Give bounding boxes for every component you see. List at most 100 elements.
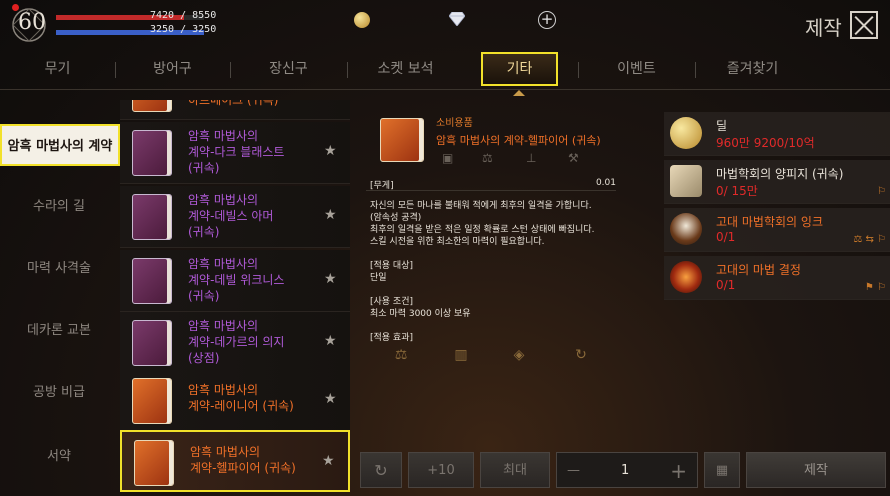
decrease-button[interactable]: —: [567, 453, 580, 489]
favorite-star-icon[interactable]: ★: [324, 144, 338, 158]
item-title: 암흑 마법사의 계약-헬파이어 (귀속): [436, 134, 601, 147]
list-item[interactable]: 암흑 마법사의 계약-데빌스 아머 (귀속) ★: [120, 186, 350, 248]
craft-button[interactable]: 제작: [746, 452, 886, 488]
scroll-icon: [670, 165, 702, 197]
tab-misc[interactable]: 기타: [481, 52, 558, 86]
sidebar-item-asura-path[interactable]: 수라의 길: [0, 186, 118, 228]
divider: [366, 190, 616, 191]
hp-text: 7420 / 8550: [150, 10, 217, 21]
target-section: [적용 대상] 단일: [370, 260, 614, 284]
description-line: (암속성 공격): [370, 213, 422, 223]
item-name-line: 계약-헬파이어 (귀속): [190, 461, 296, 475]
diamond-icon[interactable]: [449, 12, 465, 26]
item-name-line: 계약-데가르의 의지: [188, 335, 285, 349]
sidebar-item-dekaron-manual[interactable]: 데카론 교본: [0, 310, 118, 352]
plus-ten-button[interactable]: +10: [408, 452, 474, 488]
gold-icon[interactable]: [354, 12, 370, 28]
detail-bottom-icons: ⚖ ▥ ◈ ↻: [386, 346, 606, 366]
material-name: 고대의 마법 결정: [716, 263, 801, 277]
list-item[interactable]: 하트베이크 (귀속): [120, 100, 350, 120]
favorite-star-icon[interactable]: ★: [322, 454, 336, 468]
trade-scale-icon: ⚖: [394, 347, 408, 363]
material-row[interactable]: 고대 마법학회의 잉크 0/1 ⚖ ⇆ ⚐: [664, 208, 890, 252]
item-name-line: 암흑 마법사의: [190, 445, 261, 459]
favorite-star-icon[interactable]: ★: [324, 208, 338, 222]
material-count: 960만 9200/10억: [716, 136, 815, 150]
book-icon: ▥: [454, 347, 468, 363]
diamond-link-icon: ◈: [513, 347, 525, 363]
reset-icon[interactable]: ↻: [360, 452, 402, 488]
contract-book-icon: [132, 100, 172, 112]
tab-socket-gem[interactable]: 소켓 보석: [347, 50, 464, 88]
material-row[interactable]: 고대의 마법 결정 0/1 ⚑ ⚐: [664, 256, 890, 300]
item-name-line: (귀속): [188, 225, 220, 239]
item-description: 자신의 모든 마나를 불태워 적에게 최후의 일격을 가합니다. (암속성 공격…: [370, 200, 614, 248]
contract-book-icon: [132, 130, 172, 176]
trade-flag-icon: ⚖ ⇆ ⚐: [853, 234, 886, 245]
add-currency-icon[interactable]: +: [538, 11, 556, 29]
recipe-list: 하트베이크 (귀속) 암흑 마법사의 계약-다크 블래스트 (귀속) ★ 암흑 …: [120, 100, 350, 496]
material-name: 마법학회의 양피지 (귀속): [716, 167, 844, 181]
item-properties: ▣ ⚖ ⊥ ⚒: [442, 152, 592, 166]
item-name: 암흑 마법사의 계약-데가르의 의지 (상점): [188, 318, 318, 366]
storage-chest-icon: ▣: [442, 151, 454, 165]
player-level: 60: [18, 10, 46, 35]
sidebar-item-oath[interactable]: 서약: [0, 436, 118, 478]
contract-book-icon: [132, 378, 172, 424]
contract-book-icon: [132, 258, 172, 304]
item-detail-panel: 소비용품 암흑 마법사의 계약-헬파이어 (귀속) ▣ ⚖ ⊥ ⚒ [무게] 0…: [366, 106, 616, 372]
list-item[interactable]: 암흑 마법사의 계약-데빌 위크니스 (귀속) ★: [120, 250, 350, 312]
contract-book-icon: [380, 118, 424, 162]
item-name: 암흑 마법사의 계약-헬파이어 (귀속): [190, 444, 320, 476]
calculator-icon[interactable]: ▦: [704, 452, 740, 488]
tab-accessory[interactable]: 장신구: [230, 50, 347, 88]
increase-button[interactable]: +: [670, 453, 687, 489]
item-name-line: 계약-데빌 위크니스: [188, 273, 285, 287]
craft-controls: ↻ +10 최대 — 1 + ▦ 제작: [360, 452, 890, 488]
list-item[interactable]: 암흑 마법사의 계약-다크 블래스트 (귀속) ★: [120, 122, 350, 184]
mp-text: 3250 / 3250: [150, 24, 217, 35]
sidebar-item-combat-secret[interactable]: 공방 비급: [0, 372, 118, 414]
item-name-line: 계약-데빌스 아머: [188, 209, 274, 223]
trade-scale-icon: ⚖: [482, 151, 493, 165]
sidebar-item-dark-mage-contract[interactable]: 암흑 마법사의 계약: [0, 124, 120, 166]
material-name: 딜: [716, 119, 728, 133]
sidebar-item-magic-shooting[interactable]: 마력 사격술: [0, 248, 118, 290]
condition-section: [사용 조건] 최소 마력 3000 이상 보유: [370, 296, 614, 320]
contract-book-icon: [134, 440, 174, 486]
tab-armor[interactable]: 방어구: [115, 50, 230, 88]
material-count: 0/1: [716, 230, 736, 244]
tab-event[interactable]: 이벤트: [578, 50, 695, 88]
max-button[interactable]: 최대: [480, 452, 550, 488]
favorite-star-icon[interactable]: ★: [324, 272, 338, 286]
item-name-line: (귀속): [188, 161, 220, 175]
ink-icon: [670, 213, 702, 245]
gold-coin-icon: [670, 117, 702, 149]
page-title: 제작: [805, 16, 842, 40]
list-item[interactable]: 암흑 마법사의 계약-데가르의 의지 (상점) ★: [120, 312, 350, 374]
tab-favorites[interactable]: 즐겨찾기: [695, 50, 810, 88]
tab-weapon[interactable]: 무기: [0, 50, 115, 88]
cycle-icon: ↻: [575, 347, 587, 363]
close-button[interactable]: [850, 11, 878, 39]
item-name-line: 암흑 마법사의: [188, 193, 259, 207]
crystal-icon: [670, 261, 702, 293]
condition-label: [사용 조건]: [370, 297, 414, 307]
subcategory-sidebar: 암흑 마법사의 계약 수라의 길 마력 사격술 데카론 교본 공방 비급 서약: [0, 100, 120, 496]
material-row[interactable]: 마법학회의 양피지 (귀속) 0/ 15만 ⚐: [664, 160, 890, 204]
trade-flag-icon: ⚑ ⚐: [864, 282, 886, 293]
item-name-line: 계약-다크 블래스트: [188, 145, 285, 159]
description-line: 최후의 일격을 받은 적은 일정 확률로 스턴 상태에 빠집니다.: [370, 225, 595, 235]
item-name-line: 암흑 마법사의: [188, 129, 259, 143]
hammer-icon: ⚒: [568, 151, 579, 165]
item-name: 암흑 마법사의 계약-레이니어 (귀속): [188, 382, 318, 414]
condition-value: 최소 마력 3000 이상 보유: [370, 309, 471, 319]
item-name-line: 계약-레이니어 (귀속): [188, 399, 294, 413]
list-item[interactable]: 암흑 마법사의 계약-레이니어 (귀속) ★: [120, 370, 350, 432]
favorite-star-icon[interactable]: ★: [324, 334, 338, 348]
quantity-value[interactable]: 1: [621, 453, 629, 489]
material-row[interactable]: 딜 960만 9200/10억: [664, 112, 890, 156]
list-item-selected[interactable]: 암흑 마법사의 계약-헬파이어 (귀속) ★: [120, 430, 350, 492]
quantity-stepper: — 1 +: [556, 452, 698, 488]
favorite-star-icon[interactable]: ★: [324, 392, 338, 406]
